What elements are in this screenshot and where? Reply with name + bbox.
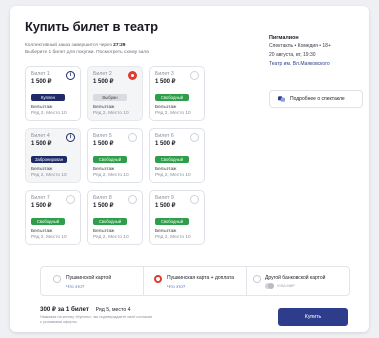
theatre-masks-icon bbox=[278, 96, 285, 102]
ticket-radio[interactable] bbox=[128, 195, 137, 204]
pay-radio-other-card[interactable] bbox=[253, 275, 261, 283]
ticket-card[interactable]: Билет 31 500 ₽ Свободный Бельэтаж Ряд 2, Ме… bbox=[149, 66, 205, 121]
info-icon[interactable]: i bbox=[66, 133, 75, 142]
summary-seat: Ряд 5, место 4 bbox=[95, 307, 131, 313]
pay-radio-pushkin-extra[interactable] bbox=[154, 275, 162, 283]
info-icon[interactable]: i bbox=[66, 71, 75, 80]
ticket-card[interactable]: Билет 41 500 ₽ Забронирован Бельэтаж Ряд 2,… bbox=[25, 128, 81, 183]
ticket-status-badge: Свободный bbox=[155, 156, 189, 163]
ticket-card[interactable]: Билет 91 500 ₽ Свободный Бельэтаж Ряд 2, Ме… bbox=[149, 190, 205, 245]
pay-label-other-card: Другой банковской картой bbox=[265, 275, 326, 281]
event-theatre-link[interactable]: Театр им. Вл.Маяковского bbox=[269, 60, 364, 69]
timer-hint: Коллективный заказ завершится через 27:2… bbox=[25, 43, 125, 49]
ticket-row-seat: Ряд 2, Место 10 bbox=[93, 235, 129, 240]
event-details-label: Подробнее о спектакле bbox=[290, 96, 345, 102]
payment-options: Пушкинской картой Что это? Пушкинская ка… bbox=[40, 266, 350, 296]
card-brand-names: VISA МИР bbox=[277, 284, 295, 288]
pay-label-pushkin: Пушкинской картой bbox=[66, 275, 112, 281]
ticket-row-seat: Ряд 2, Место 10 bbox=[31, 111, 67, 116]
ticket-radio[interactable] bbox=[66, 195, 75, 204]
buy-button[interactable]: Купить bbox=[278, 308, 348, 326]
event-info: Пигмалион Спектакль • Комедия • 18+ 20 а… bbox=[269, 34, 364, 69]
event-genre: Спектакль • Комедия • 18+ bbox=[269, 43, 331, 49]
ticket-purchase-card: Купить билет в театр Коллективный заказ … bbox=[10, 6, 369, 332]
timer-value: 27:29 bbox=[113, 43, 126, 48]
pay-help-link-pushkin[interactable]: Что это? bbox=[66, 284, 84, 289]
pay-option-pushkin[interactable]: Пушкинской картой Что это? bbox=[41, 267, 144, 295]
timer-prefix: Коллективный заказ завершится через bbox=[25, 43, 112, 48]
summary-price: 300 ₽ за 1 билет bbox=[40, 306, 89, 313]
ticket-radio-selected[interactable] bbox=[128, 71, 137, 80]
ticket-card[interactable]: Билет 71 500 ₽ Свободный Бельэтаж Ряд 2, Ме… bbox=[25, 190, 81, 245]
event-venue: Пигмалион bbox=[269, 35, 299, 41]
ticket-radio[interactable] bbox=[190, 133, 199, 142]
ticket-status-badge: Куплен bbox=[31, 94, 65, 101]
ticket-card[interactable]: Билет 51 500 ₽ Свободный Бельэтаж Ряд 2, Ме… bbox=[87, 128, 143, 183]
pay-help-link-pushkin-extra[interactable]: Что это? bbox=[167, 284, 185, 289]
ticket-radio[interactable] bbox=[128, 133, 137, 142]
ticket-row-seat: Ряд 2, Место 10 bbox=[93, 173, 129, 178]
ticket-card[interactable]: Билет 61 500 ₽ Свободный Бельэтаж Ряд 2, Ме… bbox=[149, 128, 205, 183]
ticket-status-badge: Свободный bbox=[93, 156, 127, 163]
ticket-status-badge: Свободный bbox=[31, 218, 65, 225]
ticket-row-seat: Ряд 2, Место 10 bbox=[93, 111, 129, 116]
ticket-status-badge: Выбран bbox=[93, 94, 127, 101]
order-summary: 300 ₽ за 1 билет Ряд 5, место 4 bbox=[40, 306, 131, 313]
ticket-status-badge: Свободный bbox=[93, 218, 127, 225]
ticket-card[interactable]: Билет 21 500 ₽ Выбран Бельэтаж Ряд 2, Место… bbox=[87, 66, 143, 121]
ticket-status-badge: Забронирован bbox=[31, 156, 68, 163]
pay-label-pushkin-extra: Пушкинская карта + доплата bbox=[167, 275, 234, 281]
selection-rule[interactable]: Выберите 1 билет для покупки. Посмотреть… bbox=[25, 50, 149, 56]
ticket-radio[interactable] bbox=[190, 195, 199, 204]
ticket-row-seat: Ряд 2, Место 10 bbox=[155, 173, 191, 178]
ticket-status-badge: Свободный bbox=[155, 218, 189, 225]
ticket-row-seat: Ряд 2, Место 10 bbox=[31, 235, 67, 240]
page-title: Купить билет в театр bbox=[25, 19, 158, 34]
event-details-button[interactable]: Подробнее о спектакле bbox=[269, 90, 363, 108]
pay-option-other-card[interactable]: Другой банковской картой VISA МИР bbox=[247, 267, 351, 295]
ticket-status-badge: Свободный bbox=[155, 94, 189, 101]
pay-radio-pushkin[interactable] bbox=[53, 275, 61, 283]
ticket-row-seat: Ряд 2, Место 10 bbox=[155, 111, 191, 116]
ticket-card[interactable]: Билет 81 500 ₽ Свободный Бельэтаж Ряд 2, Ме… bbox=[87, 190, 143, 245]
pay-option-pushkin-extra[interactable]: Пушкинская карта + доплата Что это? bbox=[144, 267, 247, 295]
offer-note: Нажимая на кнопку «Купить», вы подтвержд… bbox=[40, 315, 153, 324]
card-brands: VISA МИР bbox=[265, 283, 295, 289]
ticket-card[interactable]: Билет 11 500 ₽ Куплен Бельэтаж Ряд 2, Место… bbox=[25, 66, 81, 121]
ticket-radio[interactable] bbox=[190, 71, 199, 80]
event-date: 20 августа, вт, 19:30 bbox=[269, 52, 316, 58]
mastercard-icon bbox=[265, 283, 274, 289]
ticket-row-seat: Ряд 2, Место 10 bbox=[155, 235, 191, 240]
ticket-row-seat: Ряд 2, Место 10 bbox=[31, 173, 67, 178]
